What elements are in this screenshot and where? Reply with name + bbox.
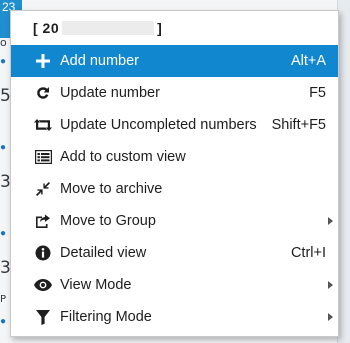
menu-item-shortcut: Ctrl+I <box>290 245 326 261</box>
redacted-block <box>62 21 155 35</box>
submenu-arrow-icon <box>328 217 333 225</box>
background-dot-icon: ● <box>0 228 7 239</box>
menu-item-label: Move to Group <box>60 213 156 229</box>
compress-icon <box>34 180 52 198</box>
menu-item-move-to-archive[interactable]: Move to archive <box>11 173 338 205</box>
menu-item-move-to-group[interactable]: Move to Group <box>11 205 338 237</box>
background-dot-icon: ● <box>0 56 7 67</box>
list-view-icon <box>34 148 52 166</box>
share-icon <box>34 212 52 230</box>
menu-header-suffix: ] <box>157 20 163 36</box>
refresh-icon <box>34 84 52 102</box>
menu-item-filtering-mode[interactable]: Filtering Mode <box>11 301 338 333</box>
menu-item-update-uncompleted-numbers[interactable]: Update Uncompleted numbers Shift+F5 <box>11 109 338 141</box>
menu-item-shortcut: F5 <box>309 85 326 101</box>
retweet-icon <box>34 116 52 134</box>
submenu-arrow-icon <box>328 313 333 321</box>
menu-item-update-number[interactable]: Update number F5 <box>11 77 338 109</box>
menu-item-add-to-custom-view[interactable]: Add to custom view <box>11 141 338 173</box>
filter-icon <box>34 308 52 326</box>
menu-item-label: Add to custom view <box>60 149 186 165</box>
context-menu: [ 20 ] Add number Alt+A Update number F5… <box>10 10 339 337</box>
menu-item-label: Update number <box>60 85 160 101</box>
background-dot-icon: ● <box>0 316 7 327</box>
plus-icon <box>34 52 52 70</box>
menu-item-shortcut: Alt+A <box>290 53 326 69</box>
menu-item-add-number[interactable]: Add number Alt+A <box>11 45 338 77</box>
menu-item-shortcut: Shift+F5 <box>271 117 326 133</box>
menu-item-view-mode[interactable]: View Mode <box>11 269 338 301</box>
menu-item-label: Move to archive <box>60 181 163 197</box>
submenu-arrow-icon <box>328 281 333 289</box>
info-icon <box>34 244 52 262</box>
menu-item-label: View Mode <box>60 277 132 293</box>
background-dot-icon: ● <box>0 142 7 153</box>
menu-item-detailed-view[interactable]: Detailed view Ctrl+I <box>11 237 338 269</box>
background-row-text: P <box>0 294 7 305</box>
menu-header-prefix: [ 20 <box>33 20 60 36</box>
eye-icon <box>34 276 52 294</box>
menu-header: [ 20 ] <box>11 11 338 45</box>
menu-item-label: Filtering Mode <box>60 309 152 325</box>
background-row-text: o <box>0 36 7 49</box>
